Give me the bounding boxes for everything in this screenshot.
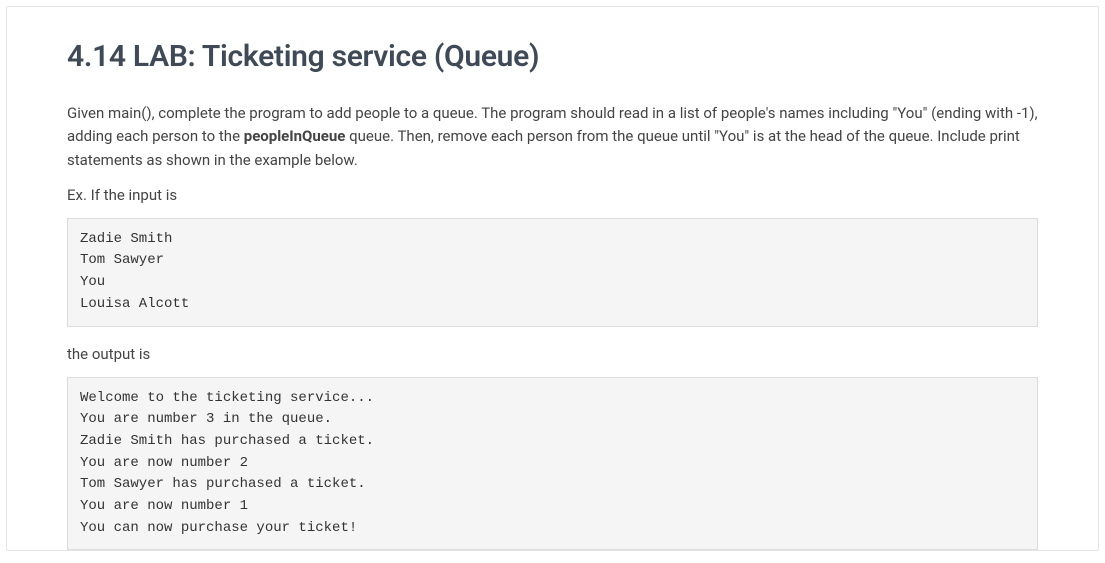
description-paragraph: Given main(), complete the program to ad… <box>67 102 1038 172</box>
page-title: 4.14 LAB: Ticketing service (Queue) <box>67 39 1038 74</box>
content-card: 4.14 LAB: Ticketing service (Queue) Give… <box>6 6 1099 551</box>
example-intro: Ex. If the input is <box>67 186 1038 204</box>
output-intro: the output is <box>67 345 1038 363</box>
output-code-block: Welcome to the ticketing service... You … <box>67 377 1038 551</box>
input-code-block: Zadie Smith Tom Sawyer You Louisa Alcott <box>67 218 1038 327</box>
description-bold: peopleInQueue <box>244 127 346 145</box>
